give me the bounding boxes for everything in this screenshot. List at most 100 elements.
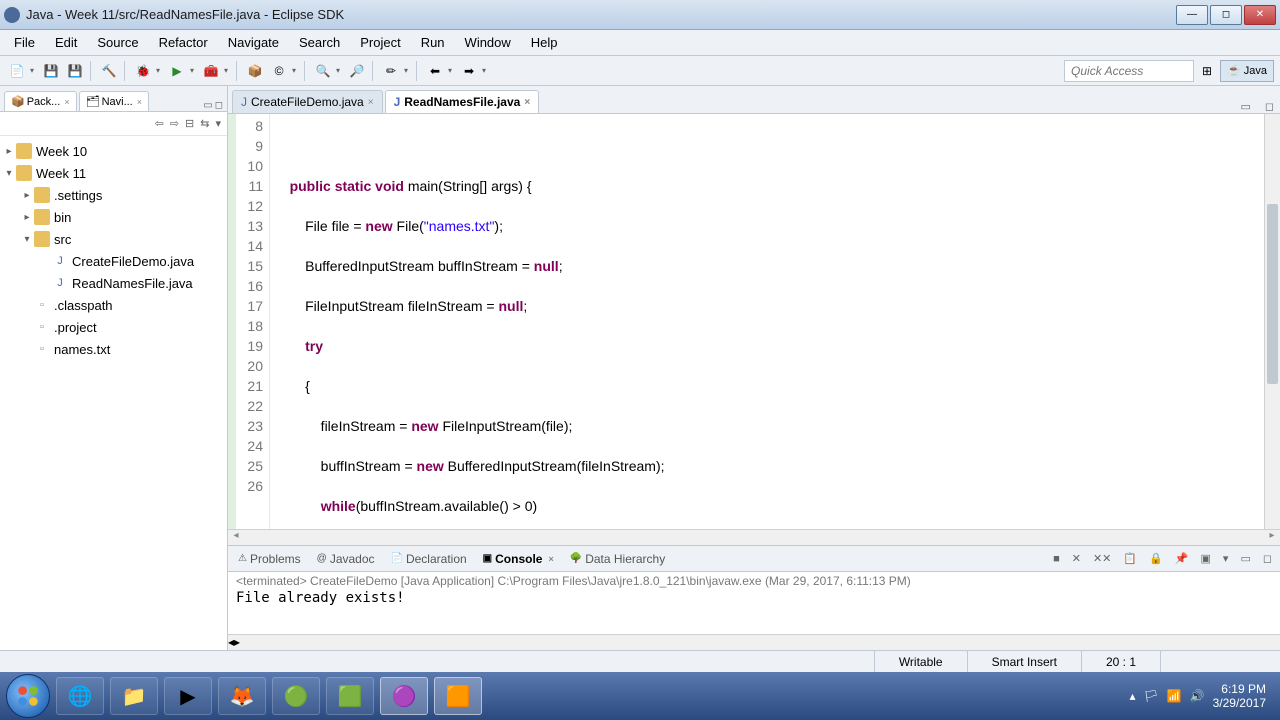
scroll-right-icon[interactable]: ▸: [234, 635, 240, 650]
expand-icon[interactable]: ▸: [20, 212, 34, 223]
maximize-icon[interactable]: ◻: [215, 100, 223, 111]
tree-file-readnamesfile[interactable]: J ReadNamesFile.java: [2, 272, 225, 294]
close-icon[interactable]: ×: [548, 554, 553, 564]
close-tab-icon[interactable]: ×: [368, 97, 374, 108]
scrollbar-thumb[interactable]: [1267, 204, 1278, 384]
expand-icon[interactable]: ▸: [20, 190, 34, 201]
menu-edit[interactable]: Edit: [45, 32, 87, 53]
menu-file[interactable]: File: [4, 32, 45, 53]
panel-maximize-icon[interactable]: ◻: [1261, 552, 1274, 565]
expand-icon[interactable]: ▸: [2, 146, 16, 157]
terminate-icon[interactable]: ■: [1051, 553, 1062, 565]
console-tab[interactable]: ▣Console×: [479, 549, 558, 569]
pin-console-icon[interactable]: 📌: [1173, 552, 1191, 565]
back-nav-icon[interactable]: ⇦: [155, 117, 164, 130]
search-icon[interactable]: 🔎: [346, 60, 368, 82]
package-explorer-tab[interactable]: 📦 Pack... ×: [4, 91, 77, 111]
open-console-icon[interactable]: ▾: [1221, 552, 1231, 565]
navigator-tab[interactable]: 🗂 Navi... ×: [79, 91, 149, 111]
view-menu-icon[interactable]: ▾: [215, 117, 221, 130]
tree-file-classpath[interactable]: ▫ .classpath: [2, 294, 225, 316]
save-icon[interactable]: 💾: [40, 60, 62, 82]
close-icon[interactable]: ×: [64, 97, 69, 107]
taskbar-chrome-icon[interactable]: 🟢: [272, 677, 320, 715]
collapse-all-icon[interactable]: ⊟: [185, 117, 194, 130]
menu-search[interactable]: Search: [289, 32, 350, 53]
close-icon[interactable]: ×: [137, 97, 142, 107]
open-perspective-icon[interactable]: ⊞: [1196, 60, 1218, 82]
tray-expand-icon[interactable]: ▴: [1129, 689, 1135, 703]
declaration-tab[interactable]: 📄Declaration: [387, 549, 471, 569]
new-package-icon[interactable]: 📦: [244, 60, 266, 82]
close-button[interactable]: ✕: [1244, 5, 1276, 25]
scroll-lock-icon[interactable]: 🔒: [1147, 552, 1165, 565]
tree-folder-week10[interactable]: ▸ Week 10: [2, 140, 225, 162]
javadoc-tab[interactable]: @Javadoc: [313, 549, 379, 569]
new-icon[interactable]: 📄: [6, 60, 28, 82]
editor-minimize-icon[interactable]: ▭: [1234, 100, 1256, 113]
collapse-icon[interactable]: ▾: [20, 234, 34, 245]
maximize-button[interactable]: ◻: [1210, 5, 1242, 25]
panel-minimize-icon[interactable]: ▭: [1238, 552, 1252, 565]
menu-window[interactable]: Window: [455, 32, 521, 53]
taskbar-ie-icon[interactable]: 🌐: [56, 677, 104, 715]
editor-vertical-scrollbar[interactable]: [1264, 114, 1280, 529]
save-all-icon[interactable]: 💾: [64, 60, 86, 82]
tree-file-project[interactable]: ▫ .project: [2, 316, 225, 338]
tree-folder-settings[interactable]: ▸ .settings: [2, 184, 225, 206]
quick-access-input[interactable]: [1064, 60, 1194, 82]
close-tab-icon[interactable]: ×: [524, 97, 530, 108]
console-horizontal-scrollbar[interactable]: ◂ ▸: [228, 634, 1280, 650]
taskbar-clock[interactable]: 6:19 PM 3/29/2017: [1213, 682, 1266, 710]
editor-tab-createfiledemo[interactable]: J CreateFileDemo.java ×: [232, 90, 383, 113]
menu-source[interactable]: Source: [87, 32, 148, 53]
tree-file-names[interactable]: ▫ names.txt: [2, 338, 225, 360]
taskbar-firefox-icon[interactable]: 🦊: [218, 677, 266, 715]
tree-file-createfiledemo[interactable]: J CreateFileDemo.java: [2, 250, 225, 272]
tray-volume-icon[interactable]: 🔊: [1190, 689, 1205, 703]
debug-icon[interactable]: 🐞: [132, 60, 154, 82]
java-perspective-button[interactable]: ☕ Java: [1220, 60, 1274, 82]
data-hierarchy-tab[interactable]: 🌳Data Hierarchy: [566, 549, 669, 569]
navigator-tree[interactable]: ▸ Week 10 ▾ Week 11 ▸ .settings ▸ bin ▾: [0, 136, 227, 650]
back-icon[interactable]: ⬅: [424, 60, 446, 82]
tree-folder-week11[interactable]: ▾ Week 11: [2, 162, 225, 184]
tree-folder-src[interactable]: ▾ src: [2, 228, 225, 250]
taskbar-media-icon[interactable]: ▶: [164, 677, 212, 715]
run-icon[interactable]: ▶: [166, 60, 188, 82]
open-type-icon[interactable]: 🔍: [312, 60, 334, 82]
remove-launch-icon[interactable]: ✕: [1070, 552, 1083, 565]
menu-run[interactable]: Run: [411, 32, 455, 53]
forward-icon[interactable]: ➡: [458, 60, 480, 82]
link-editor-icon[interactable]: ⇆: [200, 117, 209, 130]
fwd-nav-icon[interactable]: ⇨: [170, 117, 179, 130]
console-output[interactable]: File already exists!: [228, 590, 1280, 634]
tray-network-icon[interactable]: 📶: [1167, 689, 1182, 703]
menu-help[interactable]: Help: [521, 32, 568, 53]
taskbar-app2-icon[interactable]: 🟧: [434, 677, 482, 715]
clear-console-icon[interactable]: 📋: [1121, 552, 1139, 565]
build-icon[interactable]: 🔨: [98, 60, 120, 82]
tray-flag-icon[interactable]: 🏳: [1143, 689, 1158, 703]
minimize-icon[interactable]: ▭: [203, 100, 212, 111]
system-tray[interactable]: ▴ 🏳 📶 🔊 6:19 PM 3/29/2017: [1129, 682, 1274, 710]
tree-folder-bin[interactable]: ▸ bin: [2, 206, 225, 228]
toggle-mark-icon[interactable]: ✏: [380, 60, 402, 82]
ext-tools-icon[interactable]: 🧰: [200, 60, 222, 82]
menu-project[interactable]: Project: [350, 32, 410, 53]
code-editor[interactable]: public static void main(String[] args) {…: [270, 114, 1264, 529]
minimize-button[interactable]: —: [1176, 5, 1208, 25]
scroll-right-icon[interactable]: ▸: [1264, 530, 1280, 545]
taskbar-app1-icon[interactable]: 🟩: [326, 677, 374, 715]
taskbar-explorer-icon[interactable]: 📁: [110, 677, 158, 715]
editor-tab-readnamesfile[interactable]: J ReadNamesFile.java ×: [385, 90, 540, 113]
display-console-icon[interactable]: ▣: [1199, 552, 1213, 565]
new-class-icon[interactable]: ©: [268, 60, 290, 82]
menu-refactor[interactable]: Refactor: [149, 32, 218, 53]
scroll-left-icon[interactable]: ◂: [228, 530, 244, 545]
editor-maximize-icon[interactable]: ◻: [1259, 100, 1280, 113]
taskbar-eclipse-icon[interactable]: 🟣: [380, 677, 428, 715]
menu-navigate[interactable]: Navigate: [218, 32, 289, 53]
editor-horizontal-scrollbar[interactable]: ◂ ▸: [228, 529, 1280, 545]
remove-all-icon[interactable]: ✕✕: [1091, 552, 1113, 565]
